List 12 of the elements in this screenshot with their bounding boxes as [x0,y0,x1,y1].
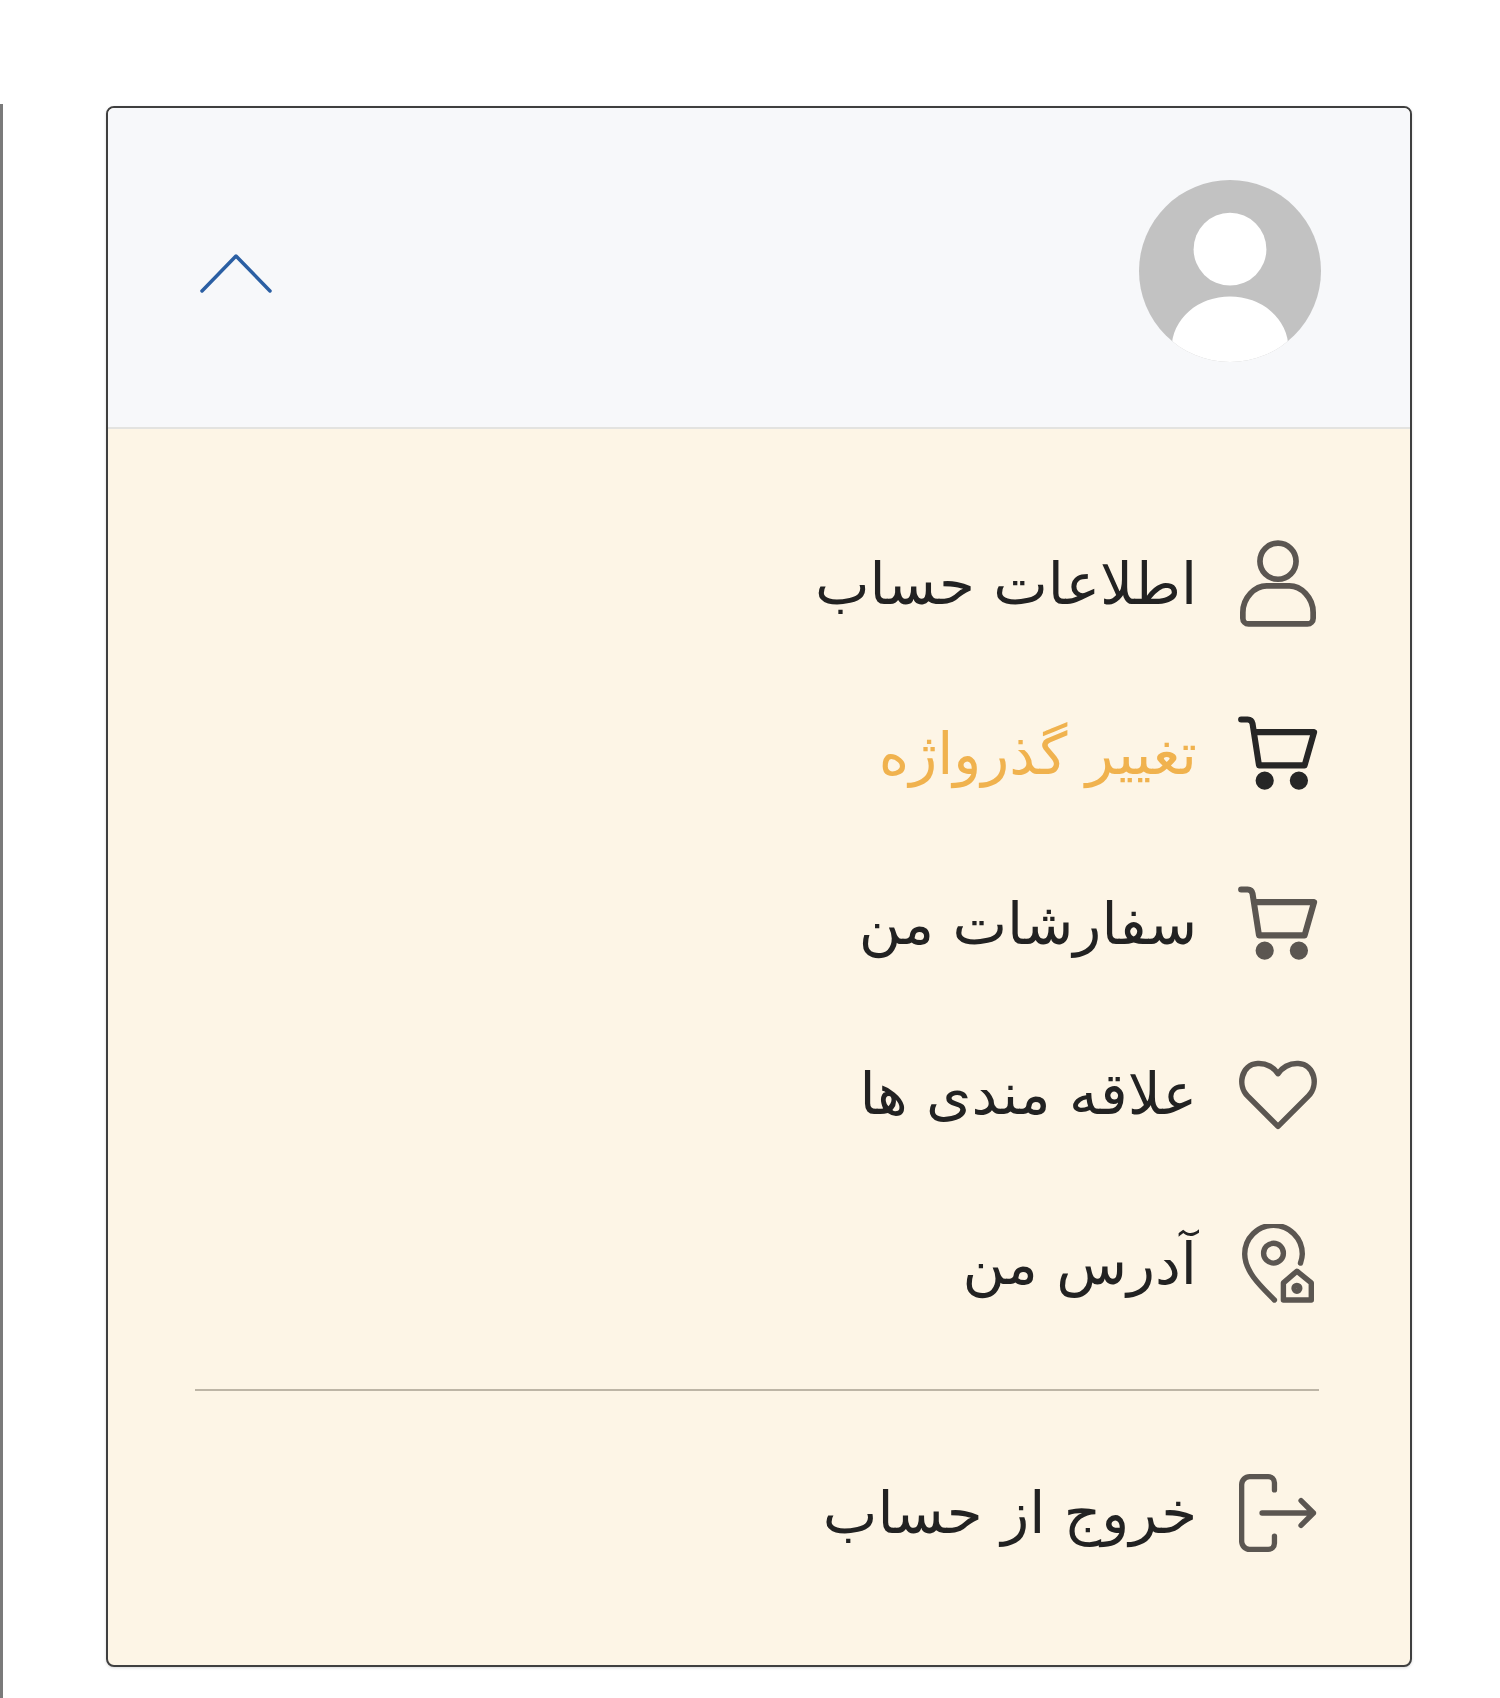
cart-icon [1238,886,1318,962]
location-pin-house-icon [1242,1224,1314,1304]
logout-icon [1239,1473,1317,1553]
menu-item[interactable]: آدرس من [962,1224,1319,1304]
menu-item[interactable]: علاقه مندی ها [859,1054,1319,1134]
cart-icon [1238,716,1318,792]
menu-item[interactable]: سفارشات من [858,884,1319,964]
logout-link[interactable]: خروج از حساب [822,1473,1319,1553]
user-icon [1240,540,1316,628]
menu-item[interactable]: اطلاعات حساب [814,540,1319,628]
avatar-icon [1139,179,1321,362]
chevron-up-icon[interactable] [200,252,272,293]
